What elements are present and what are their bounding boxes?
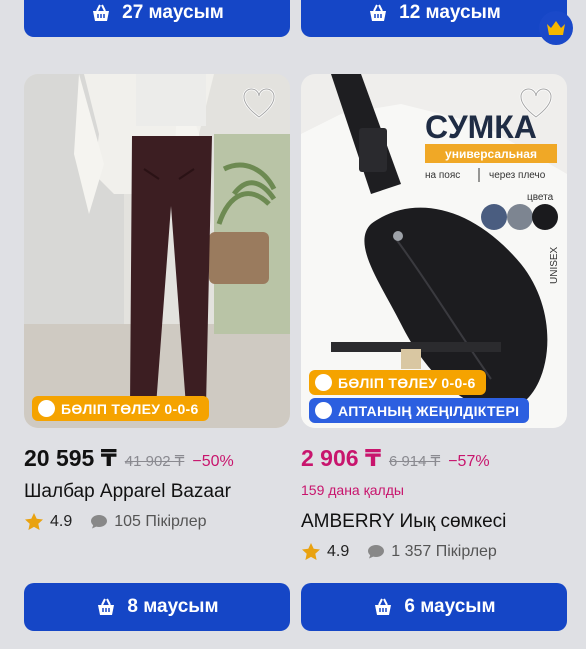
pie-icon	[315, 374, 332, 391]
flame-icon	[315, 402, 332, 419]
favorite-heart-icon[interactable]	[242, 88, 276, 120]
image-subtitle: универсальная	[445, 147, 537, 161]
pie-icon	[38, 400, 55, 417]
rating-row: 4.9 105 Пікірлер	[24, 512, 206, 531]
favorite-heart-icon[interactable]	[519, 88, 553, 120]
current-price: 20 595 ₸	[24, 445, 117, 471]
delivery-date-button[interactable]: 8 маусым	[24, 583, 290, 631]
discount-percent: −50%	[192, 453, 234, 470]
old-price: 6 914 ₸	[388, 453, 441, 470]
button-label: 8 маусым	[127, 596, 219, 617]
shopping-basket-icon	[375, 598, 392, 615]
price-row: 2 906 ₸ 6 914 ₸ −57%	[301, 445, 490, 472]
reviews-link[interactable]: 1 357 Пікірлер	[367, 543, 497, 561]
product-image[interactable]: БӨЛІП ТӨЛЕУ 0-0-6	[24, 74, 290, 428]
star-icon	[302, 543, 320, 560]
delivery-date-button[interactable]: 27 маусым	[24, 0, 290, 37]
shopping-basket-icon	[98, 598, 115, 615]
button-label: 12 маусым	[399, 1, 501, 23]
shopping-basket-icon	[370, 4, 387, 21]
product-photo	[24, 74, 290, 428]
image-caption-right: через плечо	[489, 170, 546, 181]
delivery-date-button[interactable]: 12 маусым	[301, 0, 567, 37]
old-price: 41 902 ₸	[124, 453, 185, 470]
delivery-date-button[interactable]: 6 маусым	[301, 583, 567, 631]
image-side-label: UNISEX	[549, 246, 560, 284]
installment-badge: БӨЛІП ТӨЛЕУ 0-0-6	[32, 396, 209, 421]
chat-bubble-icon	[368, 544, 385, 558]
product-image[interactable]: СУМКА универсальная на пояс через плечо …	[301, 74, 567, 428]
rating-value: 4.9	[50, 512, 73, 530]
rating-value: 4.9	[327, 542, 350, 560]
product-title[interactable]: AMBERRY Иық сөмкесі	[301, 511, 506, 533]
crown-icon[interactable]	[539, 11, 573, 45]
chat-bubble-icon	[91, 514, 108, 528]
installment-badge: БӨЛІП ТӨЛЕУ 0-0-6	[309, 370, 486, 395]
button-label: 6 маусым	[404, 596, 496, 617]
shopping-basket-icon	[93, 4, 110, 21]
image-colors-label: цвета	[527, 192, 554, 203]
rating-row: 4.9 1 357 Пікірлер	[301, 542, 497, 561]
image-caption-left: на пояс	[425, 170, 460, 181]
price-row: 20 595 ₸ 41 902 ₸ −50%	[24, 445, 234, 472]
reviews-link[interactable]: 105 Пікірлер	[90, 513, 206, 531]
stock-left-label: 159 дана қалды	[301, 482, 404, 498]
star-icon	[25, 513, 43, 530]
product-title[interactable]: Шалбар Apparel Bazaar	[24, 481, 231, 503]
current-price: 2 906 ₸	[301, 445, 381, 471]
weekly-deals-badge: АПТАНЫҢ ЖЕҢІЛДІКТЕРІ	[309, 398, 530, 423]
discount-percent: −57%	[448, 453, 490, 470]
button-label: 27 маусым	[122, 1, 224, 23]
